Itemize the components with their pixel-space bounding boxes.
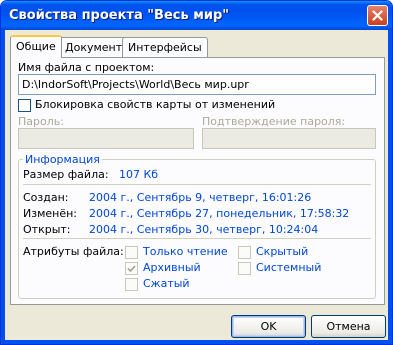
compressed-checkbox[interactable] (125, 278, 138, 291)
tab-document[interactable]: Документ (59, 37, 129, 57)
password-field[interactable] (18, 128, 194, 149)
lock-properties-checkbox[interactable] (18, 99, 31, 112)
close-icon (372, 10, 383, 21)
filename-field[interactable]: D:\IndorSoft\Projects\World\Весь мир.upr (18, 74, 376, 95)
close-button[interactable] (367, 5, 388, 26)
hidden-checkbox[interactable] (238, 246, 251, 259)
separator-1 (23, 184, 371, 185)
window-frame-bottom (1, 340, 392, 344)
password-confirm-field[interactable] (202, 128, 376, 149)
modified-value: 2004 г., Сентябрь 27, понедельник, 17:58… (89, 207, 350, 220)
checkmark-icon (127, 265, 136, 273)
password-label: Пароль: (18, 115, 64, 128)
modified-label: Изменён: (23, 207, 78, 220)
system-label: Системный (256, 261, 322, 274)
archive-checkbox[interactable] (125, 262, 138, 275)
window-title: Свойства проекта "Весь мир" (9, 8, 230, 23)
lock-properties-label[interactable]: Блокировка свойств карты от изменений (35, 98, 275, 111)
file-size-value: 107 Кб (119, 168, 159, 181)
separator-2 (23, 238, 371, 239)
window-frame-right (388, 30, 392, 344)
tab-interfaces[interactable]: Интерфейсы (122, 37, 208, 57)
readonly-checkbox[interactable] (125, 246, 138, 259)
created-value: 2004 г., Сентябрь 9, четверг, 16:01:26 (89, 191, 312, 204)
hidden-label: Скрытый (256, 245, 309, 258)
title-bar[interactable]: Свойства проекта "Весь мир" (1, 1, 392, 30)
file-size-label: Размер файла: (23, 168, 109, 181)
tab-general[interactable]: Общие (10, 35, 62, 58)
password-confirm-label: Подтверждение пароля: (202, 115, 346, 128)
created-label: Создан: (23, 191, 69, 204)
readonly-label: Только чтение (143, 245, 228, 258)
attributes-label: Атрибуты файла: (23, 245, 124, 258)
tab-panel-general: Имя файла с проектом: D:\IndorSoft\Proje… (10, 57, 385, 305)
cancel-button[interactable]: Отмена (311, 315, 386, 338)
properties-dialog: Свойства проекта "Весь мир" Общие Докуме… (0, 0, 393, 345)
info-caption: Информация (23, 153, 102, 166)
opened-value: 2004 г., Сентябрь 30, четверг, 10:24:04 (89, 223, 319, 236)
opened-label: Открыт: (23, 223, 71, 236)
filename-label: Имя файла с проектом: (18, 61, 155, 74)
window-frame-left (1, 30, 5, 344)
archive-label: Архивный (143, 261, 201, 274)
ok-button[interactable]: OK (231, 315, 306, 338)
compressed-label: Сжатый (143, 277, 190, 290)
system-checkbox[interactable] (238, 262, 251, 275)
